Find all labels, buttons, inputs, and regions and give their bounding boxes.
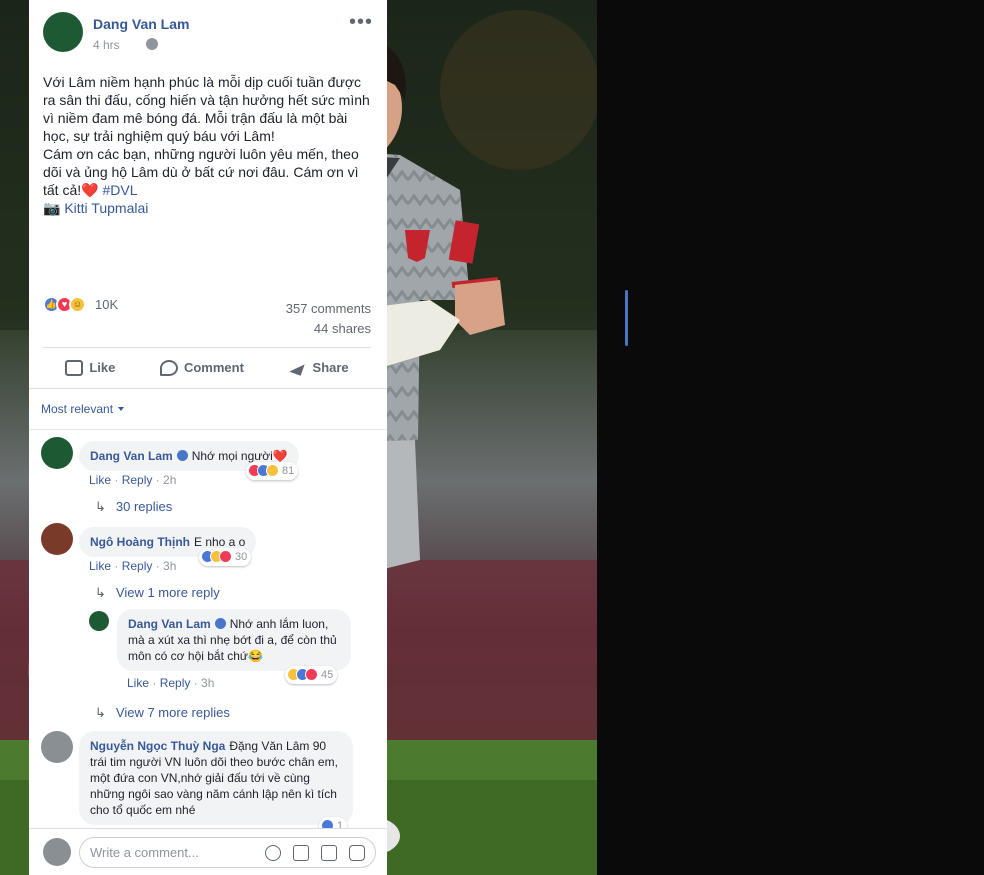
commenter-name[interactable]: Dang Van Lam <box>90 449 173 463</box>
shares-count[interactable]: 44 shares <box>286 319 371 339</box>
comment-reaction-count: 30 <box>235 551 248 563</box>
comments-section: Most relevant Dang Van Lam Nhớ mọi người❤… <box>29 388 387 835</box>
comment-composer: Write a comment... <box>29 828 387 875</box>
post-panel: Dang Van Lam 4 hrs ••• Với Lâm niềm hạnh… <box>29 0 387 875</box>
reply-like-link[interactable]: Like <box>127 676 149 690</box>
commenter-avatar[interactable] <box>41 437 73 469</box>
comment-button-label: Comment <box>183 360 244 375</box>
post-header: Dang Van Lam 4 hrs ••• <box>43 12 373 56</box>
comment-item: Ngô Hoàng Thịnh E nho a o Like · Reply · … <box>41 523 371 613</box>
camera-icon[interactable] <box>293 845 309 861</box>
share-button[interactable]: Share <box>289 360 349 376</box>
comment-time[interactable]: 3h <box>163 559 176 573</box>
reply-reactions[interactable]: 45 <box>285 666 338 684</box>
speech-bubble-icon <box>159 359 178 376</box>
photo-credit: 📷 Kitti Tupmalai <box>43 199 371 217</box>
like-button[interactable]: Like <box>65 359 116 376</box>
photographer-link[interactable]: Kitti Tupmalai <box>64 200 148 216</box>
love-reaction-icon <box>305 668 318 681</box>
comment-like-link[interactable]: Like <box>89 473 111 487</box>
comment-reaction-count: 81 <box>282 465 295 477</box>
comment-reactions[interactable]: 30 <box>199 548 252 566</box>
hashtag-link[interactable]: #DVL <box>102 182 137 198</box>
comment-meta: Like · Reply · 3h <box>89 559 177 573</box>
love-reaction-icon <box>219 550 232 563</box>
thumbs-up-icon <box>65 359 84 376</box>
post-actions: Like Comment Share <box>43 347 371 387</box>
view-more-replies-link[interactable]: View 1 more reply <box>95 585 220 601</box>
emoji-icon[interactable] <box>265 845 281 861</box>
comment-reply-link[interactable]: Reply <box>122 473 153 487</box>
share-button-label: Share <box>312 360 349 375</box>
comment-reply-link[interactable]: Reply <box>122 559 153 573</box>
comments-count[interactable]: 357 comments <box>286 299 371 319</box>
sort-dropdown[interactable]: Most relevant <box>41 402 124 416</box>
comment-text: E nho a o <box>193 535 246 549</box>
verified-badge-icon <box>176 450 188 461</box>
post-text: Với Lâm niềm hạnh phúc là mỗi dịp cuối t… <box>43 73 371 217</box>
comment-reactions[interactable]: 81 <box>246 462 299 480</box>
current-user-avatar <box>43 838 71 866</box>
sticker-icon[interactable] <box>349 845 365 861</box>
reply-bubble: Dang Van Lam Nhớ anh lắm luon, mà a xút x… <box>117 609 351 671</box>
reply-time[interactable]: 3h <box>201 676 214 690</box>
post-stats: 👍 ♥ ☺ 10K 357 comments 44 shares <box>43 296 371 336</box>
comment-like-link[interactable]: Like <box>89 559 111 573</box>
commenter-name[interactable]: Nguyễn Ngọc Thuỳ Nga <box>90 739 225 753</box>
camera-icon: 📷 <box>43 200 65 216</box>
reply-item: Dang Van Lam Nhớ anh lắm luon, mà a xút x… <box>89 609 379 709</box>
share-arrow-icon <box>289 360 307 376</box>
reaction-count[interactable]: 10K <box>95 297 118 312</box>
post-paragraph-1: Với Lâm niềm hạnh phúc là mỗi dịp cuối t… <box>43 74 370 144</box>
comment-button[interactable]: Comment <box>159 359 244 376</box>
commenter-avatar[interactable] <box>41 731 73 763</box>
post-paragraph-2: Cám ơn các bạn, những người luôn yêu mến… <box>43 145 371 199</box>
comment-bubble: Nguyễn Ngọc Thuỳ Nga Đặng Văn Lâm 90 trái… <box>79 731 353 825</box>
more-options-icon[interactable]: ••• <box>349 12 373 32</box>
view-more-replies-link[interactable]: View 7 more replies <box>95 705 230 721</box>
globe-icon <box>146 38 158 50</box>
gif-icon[interactable] <box>321 845 337 861</box>
view-replies-link[interactable]: 30 replies <box>95 499 172 515</box>
reply-reply-link[interactable]: Reply <box>160 676 191 690</box>
post-paragraph-2-text: Cám ơn các bạn, những người luôn yêu mến… <box>43 146 359 198</box>
sidebar-background <box>597 0 984 875</box>
comment-meta: Like · Reply · 2h <box>89 473 177 487</box>
post-time[interactable]: 4 hrs <box>93 38 120 52</box>
comment-time[interactable]: 2h <box>163 473 176 487</box>
replier-name[interactable]: Dang Van Lam <box>128 617 211 631</box>
replier-avatar[interactable] <box>89 611 109 631</box>
comment-text: Nhớ mọi người❤️ <box>191 449 288 463</box>
comment-item: Dang Van Lam Nhớ mọi người❤️ Like · Reply… <box>41 437 371 527</box>
commenter-name[interactable]: Ngô Hoàng Thịnh <box>90 535 190 549</box>
commenter-avatar[interactable] <box>41 523 73 555</box>
haha-reaction-icon: ☺ <box>69 296 86 313</box>
comment-share-counts: 357 comments 44 shares <box>286 299 371 339</box>
reply-meta: Like · Reply · 3h <box>127 676 215 690</box>
verified-badge-icon <box>214 618 226 629</box>
author-avatar[interactable] <box>43 12 83 52</box>
haha-reaction-icon <box>266 464 279 477</box>
comment-item: Nguyễn Ngọc Thuỳ Nga Đặng Văn Lâm 90 trái… <box>41 731 371 835</box>
divider <box>29 429 387 430</box>
author-name[interactable]: Dang Van Lam <box>93 16 189 32</box>
like-button-label: Like <box>89 360 116 375</box>
scrollbar[interactable] <box>625 290 628 346</box>
reply-reaction-count: 45 <box>321 669 334 681</box>
